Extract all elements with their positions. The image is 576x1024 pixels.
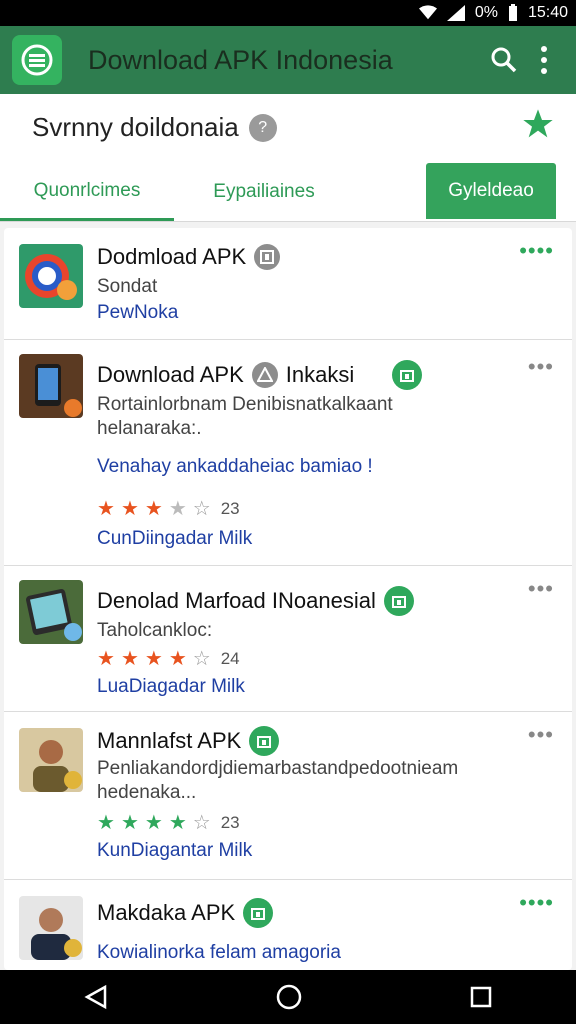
more-icon[interactable]: ••• bbox=[528, 576, 554, 602]
more-icon[interactable]: ••• bbox=[528, 354, 554, 380]
star-empty-icon: ★ bbox=[168, 498, 187, 520]
rating-stars: ★ ★ ★ ★ ☆ 23 bbox=[97, 810, 240, 835]
more-icon[interactable]: ••• bbox=[528, 722, 554, 748]
app-name-text: Download APK bbox=[97, 362, 244, 387]
app-name-suffix: Inkaksi bbox=[285, 362, 355, 387]
rating-count: 23 bbox=[220, 498, 240, 518]
rating-count: 23 bbox=[220, 812, 240, 832]
star-icon[interactable] bbox=[522, 108, 554, 140]
app-description: Rortainlorbnam Denibisnatkalkaant bbox=[97, 394, 393, 415]
more-icon[interactable]: •••• bbox=[519, 238, 554, 264]
rating-count: 24 bbox=[220, 648, 240, 668]
app-download-link[interactable]: LuaDiagadar Milk bbox=[97, 676, 245, 698]
verified-icon bbox=[249, 726, 280, 756]
app-name: Download APK Inkaksi bbox=[97, 360, 423, 390]
app-description-cont: helanaraka:. bbox=[97, 418, 202, 439]
app-description-cont: hedenaka... bbox=[97, 782, 197, 803]
app-name: Denolad Marfoad INoanesial bbox=[97, 586, 414, 616]
star-outline-icon: ☆ bbox=[192, 498, 211, 520]
app-bar: Download APK Indonesia bbox=[0, 26, 576, 94]
battery-icon bbox=[508, 4, 517, 21]
app-name-text: Dodmload APK bbox=[97, 244, 247, 269]
app-subtitle: Taholcankloc: bbox=[97, 620, 213, 641]
list-item[interactable]: Denolad Marfoad INoanesial Taholcankloc:… bbox=[4, 566, 572, 712]
app-name-text: Makdaka APK bbox=[97, 900, 236, 925]
battery-percent: 0% bbox=[474, 4, 498, 21]
verified-icon bbox=[243, 898, 274, 928]
list-item[interactable]: Mannlafst APK Penliakandordjdiemarbastan… bbox=[4, 712, 572, 880]
star-filled-icon: ★ bbox=[97, 648, 115, 670]
star-filled-icon: ★ bbox=[144, 648, 163, 670]
recents-icon[interactable] bbox=[469, 985, 493, 1009]
tab-bar: Quonrlcimes Eypailiaines Gyleldeao bbox=[0, 163, 576, 221]
search-icon[interactable] bbox=[484, 40, 524, 80]
signal-icon bbox=[446, 5, 465, 21]
app-name-text: Denolad Marfoad INoanesial bbox=[97, 588, 376, 613]
star-filled-icon: ★ bbox=[120, 648, 139, 670]
verified-icon bbox=[383, 586, 414, 616]
tab-1[interactable]: Quonrlcimes bbox=[0, 163, 174, 221]
verified-icon bbox=[392, 360, 423, 390]
star-filled-icon: ★ bbox=[144, 812, 163, 834]
list-item[interactable]: Makdaka APK Kowialinorka felam amagoria … bbox=[4, 880, 572, 970]
star-filled-icon: ★ bbox=[168, 812, 187, 834]
app-thumbnail bbox=[19, 580, 83, 644]
star-filled-icon: ★ bbox=[120, 498, 139, 520]
star-filled-icon: ★ bbox=[120, 812, 139, 834]
app-list: Dodmload APK Sondat PewNoka •••• Downloa… bbox=[4, 228, 572, 970]
list-icon[interactable] bbox=[12, 35, 62, 85]
section-header: Svrnny doildonaia ? Quonrlcimes Eypailia… bbox=[0, 94, 576, 222]
tab-2[interactable]: Eypailiaines bbox=[174, 163, 354, 221]
star-filled-icon: ★ bbox=[97, 498, 115, 520]
app-thumbnail bbox=[19, 244, 83, 308]
list-item[interactable]: Download APK Inkaksi Rortainlorbnam Deni… bbox=[4, 340, 572, 566]
navigation-bar bbox=[0, 970, 576, 1024]
star-filled-icon: ★ bbox=[144, 498, 163, 520]
home-icon[interactable] bbox=[275, 983, 303, 1011]
star-filled-icon: ★ bbox=[97, 812, 115, 834]
star-filled-icon: ★ bbox=[168, 648, 187, 670]
star-outline-icon: ☆ bbox=[192, 648, 211, 670]
app-link[interactable]: Venahay ankaddaheiac bamiao ! bbox=[97, 456, 373, 478]
rating-stars: ★ ★ ★ ★ ☆ 24 bbox=[97, 646, 240, 671]
app-link[interactable]: PewNoka bbox=[97, 302, 178, 324]
warning-icon bbox=[251, 362, 278, 388]
more-icon[interactable]: •••• bbox=[519, 890, 554, 916]
app-name-text: Mannlafst APK bbox=[97, 728, 242, 753]
help-icon[interactable]: ? bbox=[248, 113, 277, 142]
app-thumbnail bbox=[19, 354, 83, 418]
app-thumbnail bbox=[19, 728, 83, 792]
section-title: Svrnny doildonaia ? bbox=[32, 112, 277, 143]
back-icon[interactable] bbox=[83, 984, 109, 1010]
app-thumbnail bbox=[19, 896, 83, 960]
list-item[interactable]: Dodmload APK Sondat PewNoka •••• bbox=[4, 228, 572, 340]
star-outline-icon: ☆ bbox=[192, 812, 211, 834]
app-link[interactable]: Kowialinorka felam amagoria bbox=[97, 942, 341, 964]
more-vert-icon[interactable] bbox=[524, 40, 564, 80]
app-name: Mannlafst APK bbox=[97, 726, 280, 756]
section-title-text: Svrnny doildonaia bbox=[32, 112, 239, 142]
info-icon bbox=[254, 244, 281, 270]
status-bar: 0% 15:40 bbox=[0, 0, 576, 26]
app-download-link[interactable]: KunDiagantar Milk bbox=[97, 840, 252, 862]
app-download-link[interactable]: CunDiingadar Milk bbox=[97, 528, 252, 550]
app-name: Dodmload APK bbox=[97, 244, 281, 270]
app-description: Penliakandordjdiemarbastandpedootnieam bbox=[97, 758, 459, 779]
rating-stars: ★ ★ ★ ★ ☆ 23 bbox=[97, 496, 240, 521]
clock: 15:40 bbox=[527, 4, 568, 21]
wifi-icon bbox=[418, 5, 437, 20]
tab-3[interactable]: Gyleldeao bbox=[426, 163, 556, 219]
app-name: Makdaka APK bbox=[97, 898, 274, 928]
app-subtitle: Sondat bbox=[97, 276, 158, 297]
app-title: Download APK Indonesia bbox=[88, 44, 393, 75]
